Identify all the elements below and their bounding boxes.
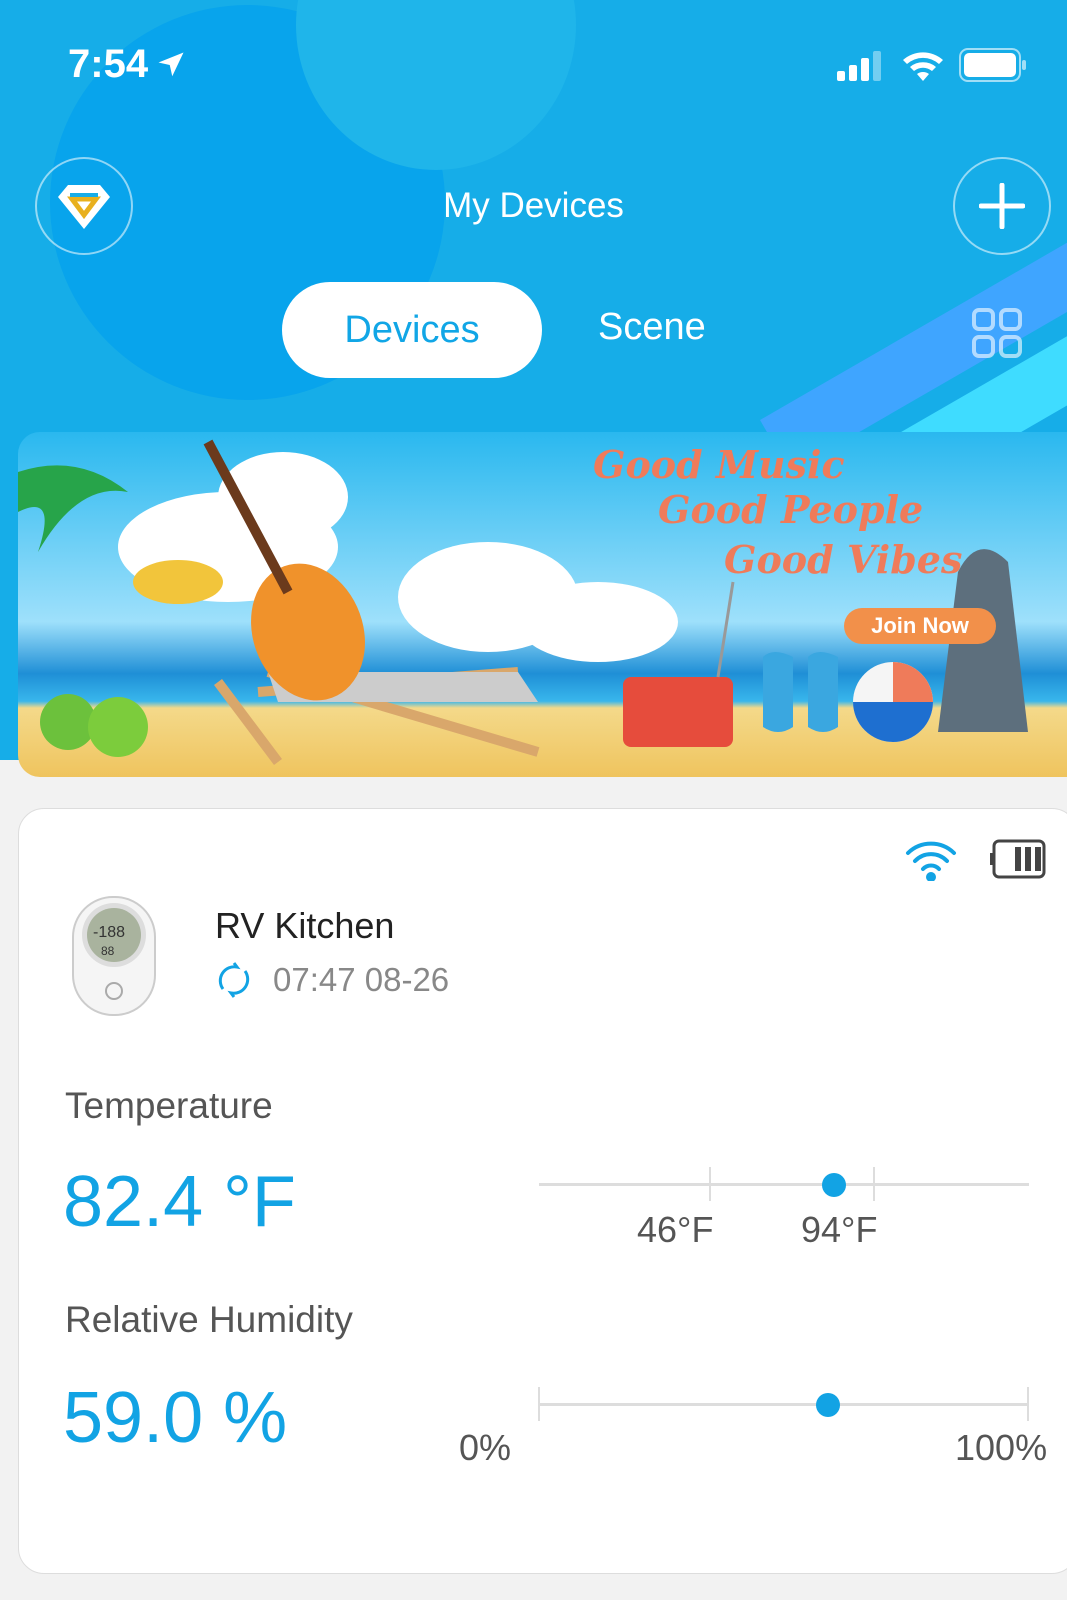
device-name: RV Kitchen [215, 905, 395, 946]
join-now-button[interactable]: Join Now [844, 608, 996, 644]
temperature-range-track [539, 1183, 1029, 1186]
device-thumbnail: -188 88 [72, 896, 156, 1016]
banner-text: Good Music [593, 442, 845, 487]
tab-scene[interactable]: Scene [598, 306, 706, 349]
add-device-button[interactable] [953, 157, 1051, 255]
svg-text:-188: -188 [93, 924, 125, 941]
promo-banner[interactable]: ♫ Good Music Good People Good Vibes Join… [18, 432, 1067, 777]
last-sync: 07:47 08-26 [215, 959, 449, 1001]
location-arrow-icon [158, 52, 184, 76]
humidity-min-tick [538, 1387, 540, 1421]
humidity-value: 59.0 % [63, 1378, 288, 1458]
temperature-min-label: 46°F [637, 1209, 714, 1250]
tab-devices[interactable]: Devices [282, 282, 542, 378]
humidity-label: Relative Humidity [65, 1299, 353, 1340]
clock: 7:54 [68, 42, 149, 86]
grid-view-button[interactable] [972, 308, 1022, 363]
tab-label: Devices [344, 308, 480, 351]
sync-icon [218, 962, 250, 998]
svg-text:88: 88 [101, 944, 115, 958]
grid-view-icon [972, 308, 1022, 358]
cellular-signal-icon [837, 51, 881, 81]
temperature-max-tick [873, 1167, 875, 1201]
beach-illustration: ♫ [18, 439, 1028, 765]
device-card[interactable]: -188 88 RV Kitchen 07:47 08-26 Temperatur… [18, 808, 1067, 1574]
humidity-max-label: 100% [955, 1427, 1048, 1468]
tab-label: Scene [598, 306, 706, 348]
svg-text:♫: ♫ [638, 602, 664, 640]
humidity-indicator [816, 1393, 841, 1417]
wifi-icon [903, 52, 943, 81]
temperature-indicator [822, 1173, 847, 1197]
status-icons [837, 48, 1027, 82]
wifi-icon [906, 841, 956, 881]
banner-text: Good Vibes [724, 537, 963, 582]
page-title: My Devices [443, 186, 624, 225]
temperature-min-tick [709, 1167, 711, 1201]
plus-icon [979, 183, 1025, 229]
battery-icon [959, 48, 1026, 82]
banner-text: Good People [658, 487, 924, 532]
sync-time: 07:47 08-26 [273, 961, 450, 998]
battery-icon [990, 839, 1046, 879]
humidity-max-tick [1027, 1387, 1029, 1421]
status-time: 7:54 [68, 42, 186, 87]
humidity-range-track [539, 1403, 1029, 1406]
temperature-label: Temperature [65, 1085, 273, 1126]
temperature-value: 82.4 °F [63, 1162, 296, 1242]
temperature-max-label: 94°F [801, 1209, 878, 1250]
humidity-min-label: 0% [459, 1427, 512, 1468]
